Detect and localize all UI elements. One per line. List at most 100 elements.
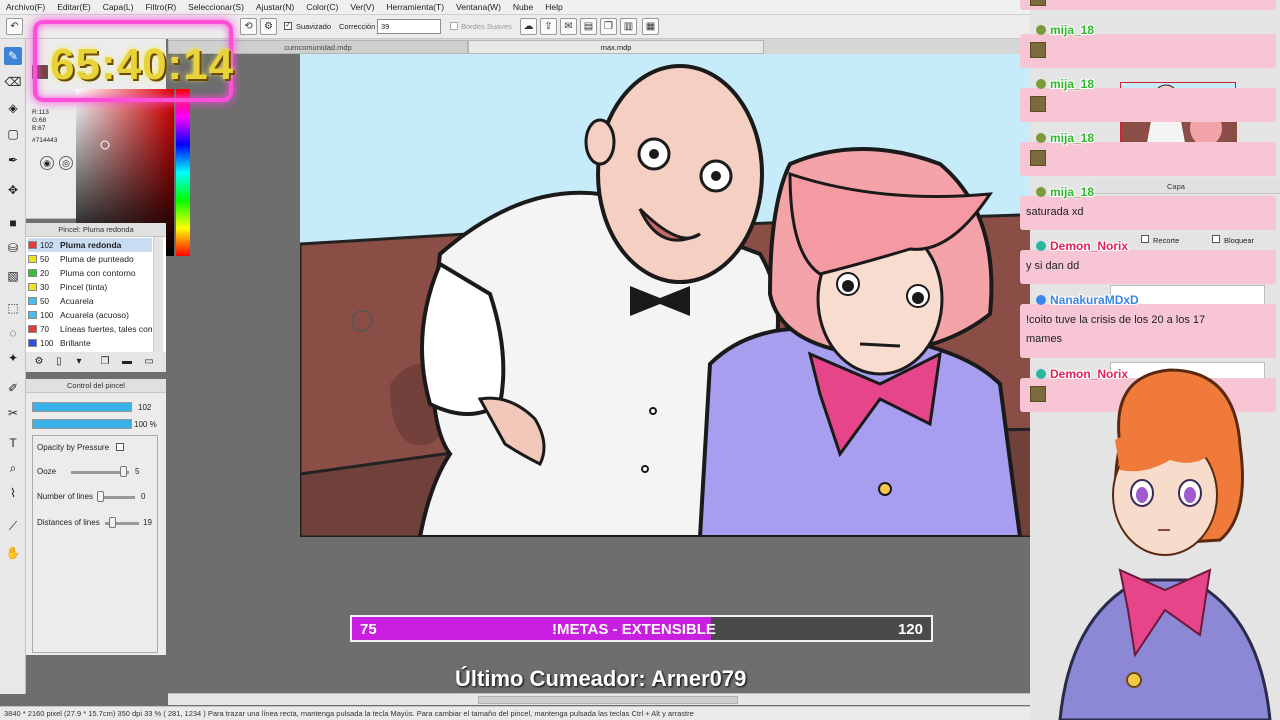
user-badge-icon — [1036, 79, 1046, 89]
smoothing-checkbox[interactable]: ✓ — [284, 22, 292, 30]
menu-item[interactable]: Ajustar(N) — [250, 2, 300, 12]
duplicate-brush-icon[interactable]: ❐ — [96, 353, 114, 371]
soft-edges-checkbox[interactable] — [450, 22, 458, 30]
opacity-pressure-label: Opacity by Pressure — [37, 443, 110, 452]
menu-bar: Archivo(F) Editar(E) Capa(L) Filtro(R) Selec… — [0, 0, 1030, 15]
opacity-pressure-checkbox[interactable] — [116, 443, 124, 451]
scroll-thumb[interactable] — [478, 696, 738, 704]
brush-item[interactable]: 50 Acuarela — [28, 294, 152, 308]
tab-max[interactable]: max.mdp — [468, 40, 764, 54]
brush-item[interactable]: 30 Pincel (tinta) — [28, 280, 152, 294]
comment-icon[interactable]: ▤ — [580, 18, 597, 35]
eraser-icon[interactable]: ⌫ — [4, 73, 22, 91]
delete-brush-icon[interactable]: ▭ — [140, 353, 158, 371]
chat-username: mija_18 — [1050, 185, 1095, 199]
brush-item[interactable]: 100 Brillante — [28, 336, 152, 350]
brush-size: 20 — [40, 269, 49, 278]
menu-item[interactable]: Ventana(W) — [450, 2, 507, 12]
menu-item[interactable]: Nube — [507, 2, 539, 12]
brush-options-box: Opacity by Pressure Ooze 5 Number of lin… — [32, 435, 158, 653]
copy-icon[interactable]: ❐ — [600, 18, 617, 35]
menu-item[interactable]: Editar(E) — [51, 2, 97, 12]
brush-menu-icon[interactable]: ▾ — [70, 353, 88, 371]
move-icon[interactable]: ✥ — [4, 181, 22, 199]
brush-list-scrollbar[interactable] — [153, 237, 163, 352]
distance-knob[interactable] — [109, 517, 116, 528]
chat-text: mames — [1026, 333, 1063, 345]
menu-item[interactable]: Help — [539, 2, 568, 12]
menu-item[interactable]: Archivo(F) — [0, 2, 51, 12]
chat-message — [1020, 304, 1276, 358]
ooze-knob[interactable] — [120, 466, 127, 477]
rotate-icon[interactable]: ⟲ — [240, 18, 257, 35]
settings-icon[interactable]: ⚙ — [260, 18, 277, 35]
brush-list: 102 Pluma redonda 50 Pluma de punteado 20 Plu… — [26, 237, 166, 352]
emote-icon — [1030, 42, 1046, 58]
chat-message — [1020, 34, 1276, 68]
bucket-icon[interactable]: ⛁ — [4, 239, 22, 257]
fill-icon[interactable]: ◈ — [4, 99, 22, 117]
menu-item[interactable]: Ver(V) — [344, 2, 380, 12]
brush-name: Brillante — [60, 338, 91, 348]
document-icon[interactable]: ▥ — [620, 18, 637, 35]
brush-list-footer: ⚙ ▯ ▾ ❐ ▬ ▭ — [26, 352, 166, 372]
cloud-icon[interactable]: ☁ — [520, 18, 537, 35]
brush-control-panel: 102 100 % Opacity by Pressure Ooze 5 Num… — [26, 393, 166, 655]
ooze-label: Ooze — [37, 467, 57, 476]
undo-icon[interactable]: ↶ — [6, 18, 23, 35]
menu-item[interactable]: Color(C) — [300, 2, 344, 12]
eyedropper-icon[interactable]: ⟋ — [4, 517, 22, 535]
brush-item[interactable]: 20 Pluma con contorno — [28, 266, 152, 280]
brush-item[interactable]: 50 Pluma de punteado — [28, 252, 152, 266]
grid-icon[interactable]: ▦ — [642, 18, 659, 35]
hue-slider[interactable] — [176, 89, 190, 256]
shape-icon[interactable]: ▢ — [4, 125, 22, 143]
correction-input[interactable]: 39 — [377, 19, 441, 34]
pen-icon[interactable]: ✒ — [4, 151, 22, 169]
brush-item[interactable]: 100 Acuarela (acuoso) — [28, 308, 152, 322]
brush-settings-icon[interactable]: ⚙ — [30, 353, 48, 371]
palette-icon[interactable]: ◉ — [40, 156, 54, 170]
brush-icon[interactable]: ✎ — [4, 47, 22, 65]
brush-item[interactable]: 102 Pluma redonda — [28, 238, 152, 252]
palette-alt-icon[interactable]: ◎ — [59, 156, 73, 170]
distance-value: 19 — [143, 518, 152, 527]
horizontal-scrollbar[interactable] — [168, 693, 1030, 705]
lasso-icon[interactable]: ◌ — [4, 324, 22, 342]
chat-username: NanakuraMDxD — [1050, 293, 1139, 307]
brush-size-slider[interactable] — [32, 402, 132, 412]
canvas-artwork[interactable] — [300, 54, 1050, 537]
share-icon[interactable]: ⇪ — [540, 18, 557, 35]
new-brush-icon[interactable]: ▯ — [50, 353, 68, 371]
zoom-icon[interactable]: ⌕ — [4, 459, 22, 477]
brush-opacity-slider[interactable] — [32, 419, 132, 429]
brush-size: 50 — [40, 297, 49, 306]
chat-icon[interactable]: ✉ — [560, 18, 577, 35]
menu-item[interactable]: Seleccionar(S) — [182, 2, 250, 12]
brush-size: 70 — [40, 325, 49, 334]
select-eraser-icon[interactable]: ✂ — [4, 404, 22, 422]
hand-icon[interactable]: ✋ — [4, 544, 22, 562]
brush-color-swatch — [28, 241, 37, 249]
stream-timer: 65:40:14 — [50, 40, 235, 89]
user-badge-icon — [1036, 241, 1046, 251]
folder-icon[interactable]: ▬ — [118, 353, 136, 371]
brush-item[interactable]: 70 Líneas fuertes, tales como — [28, 322, 152, 336]
brush-name: Acuarela (acuoso) — [60, 310, 129, 320]
menu-item[interactable]: Herramienta(T) — [380, 2, 450, 12]
wand-icon[interactable]: ✦ — [4, 349, 22, 367]
rect-icon[interactable]: ■ — [4, 214, 22, 232]
lines-knob[interactable] — [97, 491, 104, 502]
brush-name: Líneas fuertes, tales como — [60, 324, 152, 334]
gradient-icon[interactable]: ▧ — [4, 267, 22, 285]
brush-name: Pluma con contorno — [60, 268, 136, 278]
goal-end: 120 — [897, 621, 923, 638]
menu-item[interactable]: Capa(L) — [97, 2, 140, 12]
status-bar: 3840 * 2160 pixel (27.9 * 15.7cm) 350 dp… — [0, 706, 1040, 720]
select-rect-icon[interactable]: ⬚ — [4, 299, 22, 317]
dropper-icon[interactable]: ⌇ — [4, 484, 22, 502]
text-icon[interactable]: T — [4, 434, 22, 452]
select-pen-icon[interactable]: ✐ — [4, 379, 22, 397]
menu-item[interactable]: Filtro(R) — [139, 2, 182, 12]
chat-message — [1020, 88, 1276, 122]
